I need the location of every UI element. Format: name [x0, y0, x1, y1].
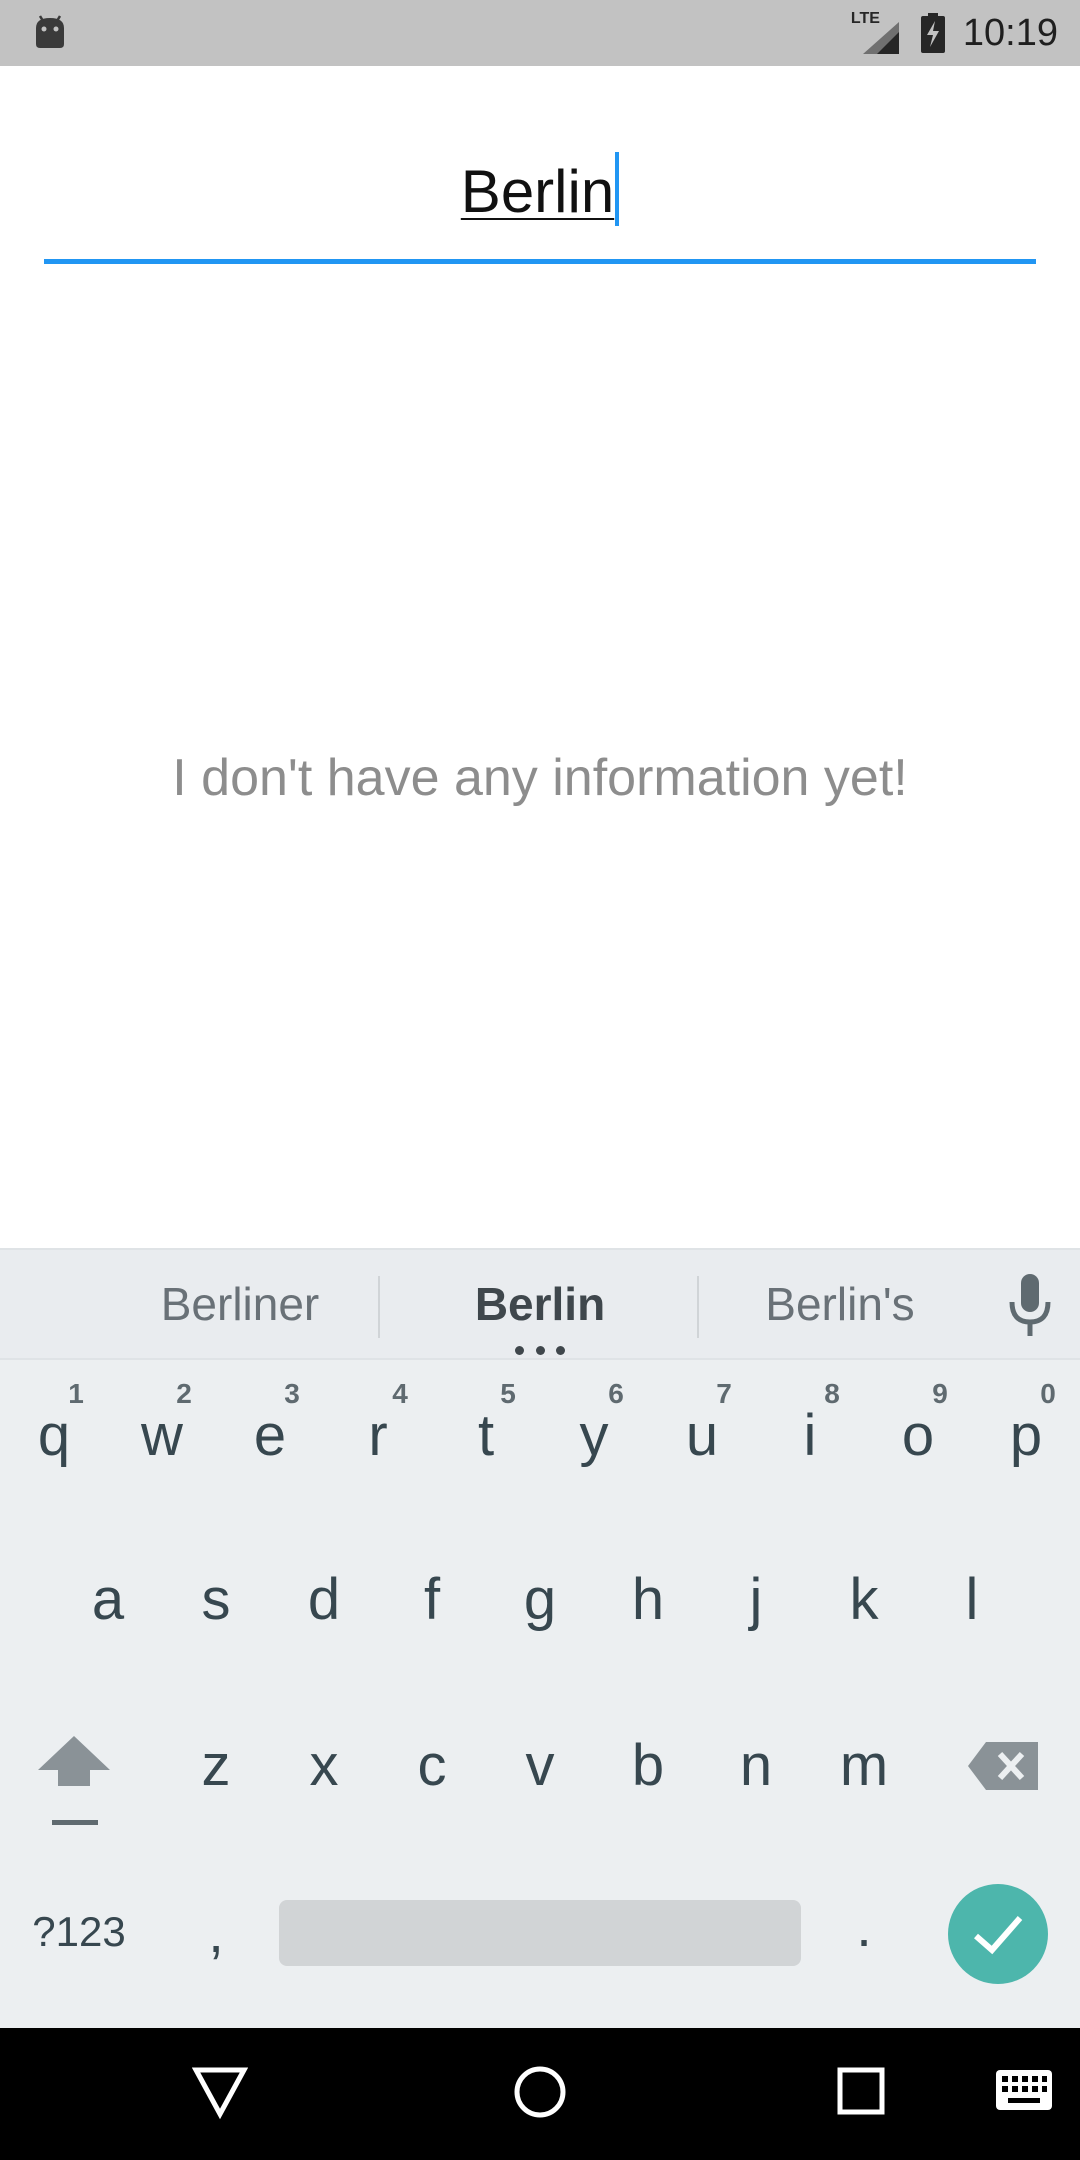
key-o[interactable]: o — [873, 1402, 963, 1469]
key-t[interactable]: t — [441, 1402, 531, 1469]
key-g[interactable]: g — [495, 1566, 585, 1633]
search-input-value[interactable]: Berlin — [461, 158, 614, 225]
recents-square-icon[interactable] — [836, 2064, 888, 2120]
suggestion-2[interactable]: Berlin — [400, 1250, 680, 1358]
search-text-wrap: Berlin — [44, 152, 1036, 226]
key-hint-0: 0 — [1040, 1378, 1056, 1409]
android-icon — [36, 15, 64, 48]
city-search-field[interactable]: Berlin — [44, 140, 1036, 264]
text-caret — [615, 152, 620, 226]
home-circle-icon[interactable] — [512, 2064, 568, 2120]
spacebar[interactable] — [279, 1900, 801, 1966]
key-hint-1: 1 — [68, 1378, 84, 1409]
key-r[interactable]: r — [333, 1402, 423, 1469]
key-y[interactable]: y — [549, 1402, 639, 1469]
key-k[interactable]: k — [819, 1566, 909, 1633]
key-z[interactable]: z — [171, 1732, 261, 1799]
signal-icon: LTE — [851, 10, 901, 56]
suggestion-bar: Berliner Berlin Berlin's — [0, 1248, 1080, 1360]
search-underline — [44, 259, 1036, 264]
key-hint-3: 3 — [284, 1378, 300, 1409]
more-suggestions-dots[interactable] — [515, 1346, 565, 1356]
comma-key[interactable]: , — [186, 1900, 246, 1965]
period-key[interactable]: . — [834, 1894, 894, 1959]
key-hint-6: 6 — [608, 1378, 624, 1409]
symbols-key[interactable]: ?123 — [24, 1908, 134, 1956]
key-v[interactable]: v — [495, 1732, 585, 1799]
key-h[interactable]: h — [603, 1566, 693, 1633]
key-hint-4: 4 — [392, 1378, 408, 1409]
key-n[interactable]: n — [711, 1732, 801, 1799]
navigation-bar — [0, 2028, 1080, 2160]
key-m[interactable]: m — [819, 1732, 909, 1799]
enter-button[interactable] — [948, 1884, 1048, 1984]
mic-icon[interactable] — [1006, 1272, 1054, 1340]
shift-icon[interactable] — [38, 1736, 110, 1828]
battery-charging-icon — [920, 13, 945, 53]
suggestion-3[interactable]: Berlin's — [720, 1250, 960, 1358]
key-d[interactable]: d — [279, 1566, 369, 1633]
key-u[interactable]: u — [657, 1402, 747, 1469]
key-c[interactable]: c — [387, 1732, 477, 1799]
key-l[interactable]: l — [927, 1566, 1017, 1633]
suggestion-divider — [697, 1276, 699, 1338]
key-e[interactable]: e — [225, 1402, 315, 1469]
key-i[interactable]: i — [765, 1402, 855, 1469]
keyboard-icon[interactable] — [996, 2070, 1052, 2110]
empty-state-message: I don't have any information yet! — [172, 749, 908, 807]
key-hint-9: 9 — [932, 1378, 948, 1409]
key-s[interactable]: s — [171, 1566, 261, 1633]
status-bar: LTE 10:19 — [0, 0, 1080, 66]
key-hint-2: 2 — [176, 1378, 192, 1409]
key-hint-8: 8 — [824, 1378, 840, 1409]
key-j[interactable]: j — [711, 1566, 801, 1633]
key-f[interactable]: f — [387, 1566, 477, 1633]
key-q[interactable]: q — [9, 1402, 99, 1469]
key-hint-5: 5 — [500, 1378, 516, 1409]
key-b[interactable]: b — [603, 1732, 693, 1799]
key-a[interactable]: a — [63, 1566, 153, 1633]
backspace-icon[interactable] — [968, 1740, 1040, 1792]
key-w[interactable]: w — [117, 1402, 207, 1469]
back-triangle-icon[interactable] — [192, 2064, 248, 2120]
key-p[interactable]: p — [981, 1402, 1071, 1469]
suggestion-1[interactable]: Berliner — [110, 1250, 370, 1358]
status-clock: 10:19 — [962, 11, 1058, 54]
key-hint-7: 7 — [716, 1378, 732, 1409]
checkmark-icon — [974, 1916, 1023, 1955]
key-x[interactable]: x — [279, 1732, 369, 1799]
suggestion-divider — [378, 1276, 380, 1338]
